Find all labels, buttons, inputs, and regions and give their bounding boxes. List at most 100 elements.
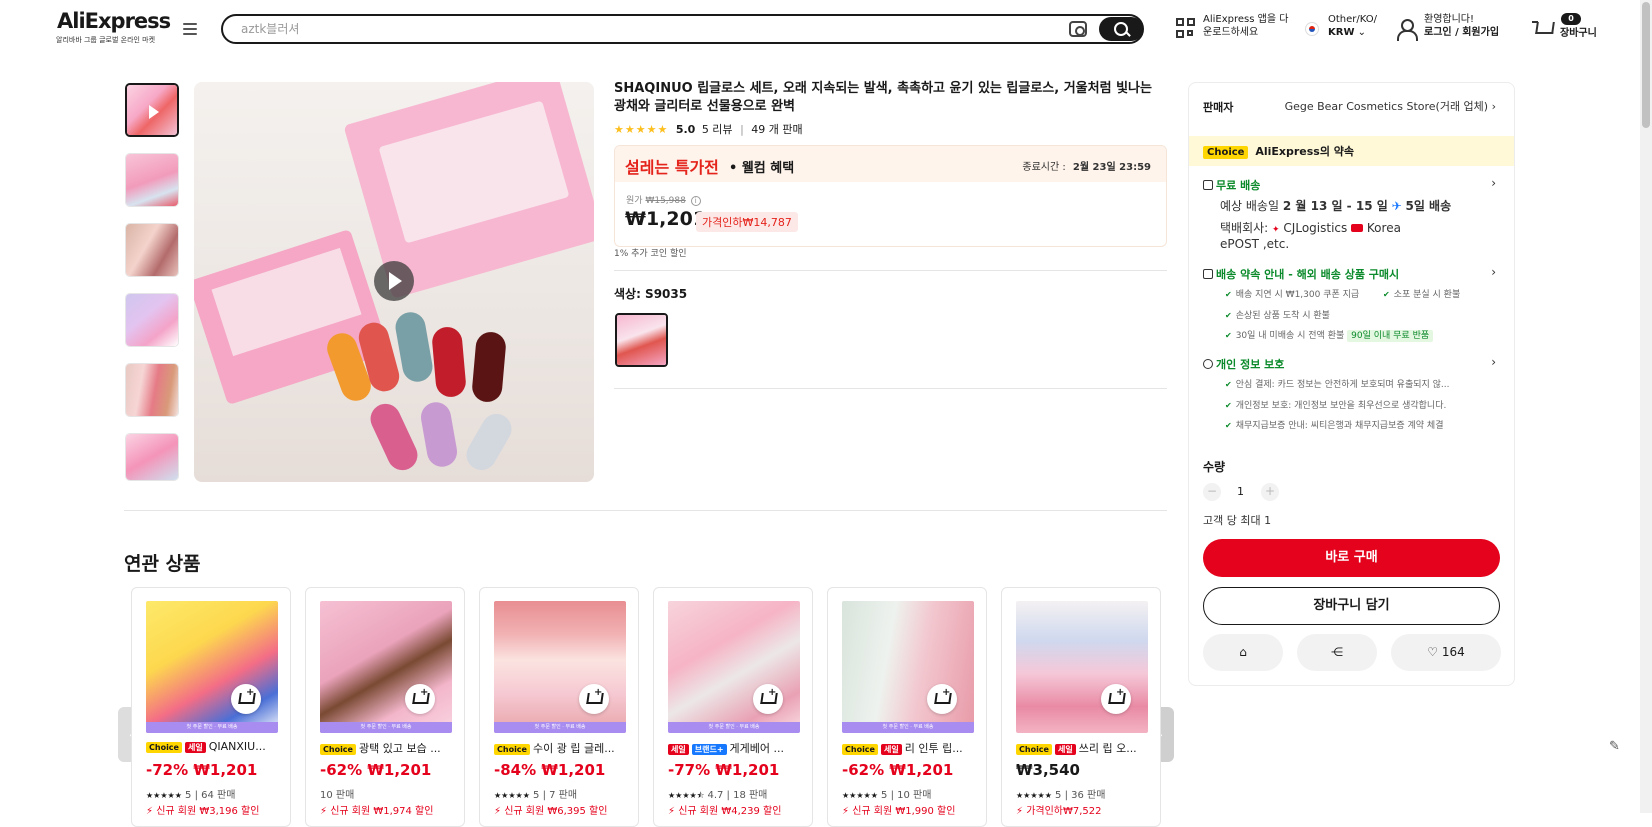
scrollbar[interactable] bbox=[1640, 0, 1652, 813]
quantity-decrease-button[interactable]: − bbox=[1203, 483, 1221, 501]
product-meta: ★★★★★ 5 | 7 판매 bbox=[494, 790, 578, 801]
add-to-cart-icon[interactable] bbox=[927, 684, 957, 714]
share-button[interactable]: ⋲ bbox=[1297, 634, 1377, 671]
search-bar bbox=[221, 14, 1144, 44]
epost-logo-icon bbox=[1351, 224, 1364, 232]
add-to-cart-icon[interactable] bbox=[753, 684, 783, 714]
product-meta: ★★★★★ 5 | 64 판매 bbox=[146, 790, 236, 801]
color-label: 색상: S9035 bbox=[614, 287, 688, 301]
rating-value: 5.0 bbox=[675, 123, 696, 136]
product-image: 첫 주문 할인 · 무료 배송 bbox=[146, 601, 278, 733]
buy-now-button[interactable]: 바로 구매 bbox=[1203, 539, 1500, 577]
rating-stars: ★★★★★ bbox=[614, 123, 669, 136]
store-button[interactable]: ⌂ bbox=[1203, 634, 1283, 671]
play-video-button[interactable] bbox=[374, 261, 414, 301]
search-button[interactable] bbox=[1099, 17, 1143, 41]
divider bbox=[614, 388, 1167, 389]
reviews-link[interactable]: 5 리뷰 bbox=[702, 123, 733, 136]
search-input[interactable] bbox=[241, 20, 1001, 38]
gallery-thumbnail[interactable] bbox=[125, 363, 179, 417]
account-link[interactable]: 환영합니다! 로그인 / 회원가입 bbox=[1424, 13, 1499, 39]
quantity-increase-button[interactable]: + bbox=[1261, 483, 1279, 501]
promise-item: 30일 내 미배송 시 전액 환불 90일 이내 무료 반품 bbox=[1225, 328, 1434, 342]
related-product-card[interactable]: Choice세일쓰리 립 오... ₩3,540 ★★★★★ 5 | 36 판매… bbox=[1001, 587, 1161, 827]
purchase-panel: 판매자 Gege Bear Cosmetics Store(거래 업체) › C… bbox=[1188, 82, 1515, 686]
choice-badge: Choice bbox=[1203, 146, 1249, 159]
related-product-card[interactable]: 첫 주문 할인 · 무료 배송 Choice광택 있고 보습 ... -62% … bbox=[305, 587, 465, 827]
privacy-item: 채무지급보증 안내: 씨티은행과 채무지급보증 계약 체결 bbox=[1225, 418, 1444, 431]
free-shipping-title[interactable]: 무료 배송 bbox=[1203, 177, 1260, 193]
logo-subtitle: 알리바바 그룹 글로벌 온라인 마켓 bbox=[56, 36, 156, 44]
promo-logo: 설레는 특가전 bbox=[625, 158, 719, 177]
add-to-cart-icon[interactable] bbox=[405, 684, 435, 714]
cart-count-badge: 0 bbox=[1561, 13, 1581, 25]
chevron-right-icon[interactable]: › bbox=[1491, 265, 1496, 279]
related-product-card[interactable]: 첫 주문 할인 · 무료 배송 Choice수이 광 립 글레... -84% … bbox=[479, 587, 639, 827]
add-to-cart-icon[interactable] bbox=[1101, 684, 1131, 714]
gallery-thumbnail[interactable] bbox=[125, 293, 179, 347]
discount-tag: 가격인하₩14,787 bbox=[696, 212, 798, 232]
gallery-thumbnail[interactable] bbox=[125, 223, 179, 277]
rating-row: ★★★★★ 5.0 5 리뷰 | 49 개 판매 bbox=[614, 123, 803, 136]
promise-item: 배송 지연 시 ₩1,300 쿠폰 지급 bbox=[1225, 287, 1360, 300]
privacy-title[interactable]: 개인 정보 보호 bbox=[1203, 356, 1284, 372]
divider bbox=[124, 510, 1167, 511]
current-price: ₩1,201 bbox=[625, 208, 707, 230]
related-product-card[interactable]: 첫 주문 할인 · 무료 배송 Choice세일리 인투 립... -62% ₩… bbox=[827, 587, 987, 827]
camera-search-icon[interactable] bbox=[1069, 21, 1087, 37]
quantity-label: 수량 bbox=[1203, 460, 1226, 474]
product-name: Choice 세일 리 인투 립... bbox=[842, 740, 977, 756]
seller-link[interactable]: Gege Bear Cosmetics Store(거래 업체) › bbox=[1285, 98, 1496, 114]
chevron-right-icon[interactable]: › bbox=[1491, 355, 1496, 369]
header: AliExpress 알리바바 그룹 글로벌 온라인 마켓 AliExpress… bbox=[0, 0, 1652, 58]
cart-icon[interactable] bbox=[1532, 19, 1554, 39]
promise-item: 소포 분실 시 환불 bbox=[1383, 287, 1461, 300]
product-title: SHAQINUO 립글로스 세트, 오래 지속되는 발색, 촉촉하고 윤기 있는… bbox=[614, 81, 1152, 114]
gallery-thumbnail[interactable] bbox=[125, 83, 179, 137]
share-icon: ⋲ bbox=[1331, 645, 1343, 659]
gallery-thumbnail[interactable] bbox=[125, 153, 179, 207]
add-to-cart-button[interactable]: 장바구니 담기 bbox=[1203, 587, 1500, 625]
region-currency-selector[interactable]: Other/KO/ KRW ⌄ bbox=[1328, 13, 1377, 39]
delivery-promise-title[interactable]: 배송 약속 안내 - 해외 배송 상품 구매시 bbox=[1203, 266, 1399, 282]
color-swatch-s9035[interactable] bbox=[615, 313, 668, 367]
chevron-right-icon[interactable]: › bbox=[1491, 176, 1496, 190]
menu-icon[interactable] bbox=[183, 23, 197, 36]
divider bbox=[614, 270, 1167, 271]
product-meta: ★★★★★ 5 | 36 판매 bbox=[1016, 790, 1106, 801]
related-product-card[interactable]: 첫 주문 할인 · 무료 배송 세일브랜드+게게베어 ... -77% ₩1,2… bbox=[653, 587, 813, 827]
scrollbar-thumb[interactable] bbox=[1642, 2, 1650, 128]
quantity-value[interactable]: 1 bbox=[1237, 485, 1244, 498]
product-image: 첫 주문 할인 · 무료 배송 bbox=[320, 601, 452, 733]
product-name: Choice 수이 광 립 글레... bbox=[494, 740, 629, 756]
related-product-card[interactable]: 첫 주문 할인 · 무료 배송 Choice세일QIANXIU... -72% … bbox=[131, 587, 291, 827]
product-meta: ★★★★★ 5 | 10 판매 bbox=[842, 790, 932, 801]
choice-promise-text: AliExpress의 약속 bbox=[1255, 145, 1355, 158]
promo-welcome: • 웰컴 혜택 bbox=[729, 161, 795, 176]
product-promo: ⚡ 신규 회원 ₩3,196 할인 bbox=[146, 806, 260, 817]
qr-code-icon[interactable] bbox=[1176, 18, 1196, 40]
add-to-cart-icon[interactable] bbox=[231, 684, 261, 714]
korea-flag-icon bbox=[1305, 22, 1319, 36]
edit-icon[interactable]: ✎ bbox=[1609, 739, 1627, 757]
info-icon[interactable]: i bbox=[690, 196, 701, 206]
product-price: -72% ₩1,201 bbox=[146, 761, 258, 779]
app-download-link[interactable]: AliExpress 앱을 다 운로드하세요 bbox=[1203, 13, 1288, 39]
coin-discount-note: 1% 추가 코인 할인 bbox=[614, 249, 687, 259]
product-price: -77% ₩1,201 bbox=[668, 761, 780, 779]
product-image: 첫 주문 할인 · 무료 배송 bbox=[842, 601, 974, 733]
product-price: -62% ₩1,201 bbox=[320, 761, 432, 779]
truck-icon bbox=[1203, 180, 1213, 190]
product-name: Choice 광택 있고 보습 ... bbox=[320, 740, 455, 756]
product-price: -62% ₩1,201 bbox=[842, 761, 954, 779]
gallery-thumbnail[interactable] bbox=[125, 433, 179, 481]
store-icon: ⌂ bbox=[1239, 645, 1247, 659]
privacy-item: 개인정보 보호: 개인정보 보안을 최우선으로 생각합니다. bbox=[1225, 398, 1447, 411]
cart-link[interactable]: 장바구니 bbox=[1560, 27, 1597, 40]
user-icon[interactable] bbox=[1397, 19, 1418, 41]
aliexpress-logo[interactable]: AliExpress bbox=[57, 9, 171, 33]
delivery-estimate: 예상 배송일 2 월 13 일 - 15 일 ✈ 5일 배송 bbox=[1220, 199, 1452, 213]
product-promo: ⚡ 신규 회원 ₩4,239 할인 bbox=[668, 806, 782, 817]
wishlist-button[interactable]: ♡ 164 bbox=[1391, 634, 1501, 671]
add-to-cart-icon[interactable] bbox=[579, 684, 609, 714]
